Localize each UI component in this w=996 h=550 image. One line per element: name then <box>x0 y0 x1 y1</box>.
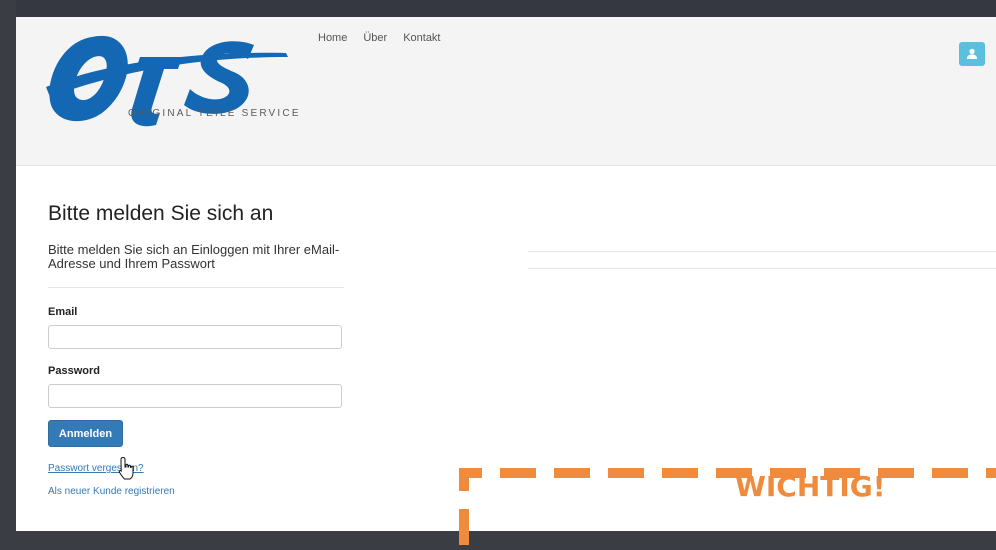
nav-item-ueber[interactable]: Über <box>363 32 387 44</box>
divider <box>48 287 344 288</box>
forgot-password-link[interactable]: Passwort vergessen? <box>48 463 344 474</box>
nav-item-kontakt[interactable]: Kontakt <box>403 32 440 44</box>
login-form: Bitte melden Sie sich an Bitte melden Si… <box>48 202 344 497</box>
site-header: ORIGINAL TEILE SERVICE Home Über Kontakt <box>16 17 996 166</box>
desktop-background <box>0 0 996 17</box>
login-instructions: Bitte melden Sie sich an Einloggen mit I… <box>48 242 340 271</box>
divider <box>528 251 996 252</box>
nav-item-home[interactable]: Home <box>318 32 347 44</box>
register-link[interactable]: Als neuer Kunde registrieren <box>48 486 344 497</box>
email-label: Email <box>48 306 78 318</box>
email-field[interactable] <box>48 325 342 349</box>
user-icon <box>967 48 977 59</box>
user-menu-button[interactable] <box>959 42 985 66</box>
divider <box>528 268 996 269</box>
hand-cursor-icon <box>118 456 134 480</box>
desktop-background-left <box>0 0 16 531</box>
main-nav: Home Über Kontakt <box>318 32 457 44</box>
password-label: Password <box>48 365 100 377</box>
important-callout-frame <box>459 468 996 545</box>
login-button[interactable]: Anmelden <box>48 420 123 447</box>
logo-subtitle: ORIGINAL TEILE SERVICE <box>128 108 301 119</box>
password-field[interactable] <box>48 384 342 408</box>
important-callout-title: WICHTIG! <box>735 470 886 503</box>
page-title: Bitte melden Sie sich an <box>48 202 274 225</box>
